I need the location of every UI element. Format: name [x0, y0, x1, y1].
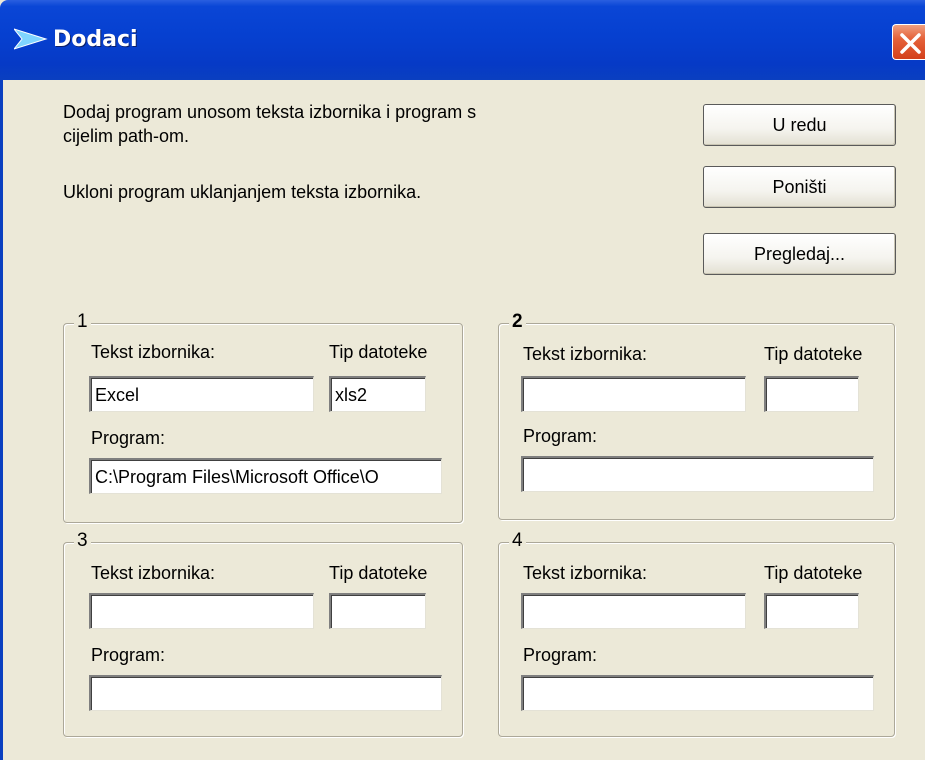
program-label: Program:	[91, 645, 166, 665]
program-field[interactable]	[89, 675, 442, 711]
file-type-label: Tip datoteke	[764, 563, 863, 583]
group-4-number: 4	[509, 530, 526, 552]
file-type-field[interactable]	[764, 376, 859, 412]
window-title: Dodaci	[53, 27, 138, 52]
file-type-field[interactable]	[764, 593, 859, 629]
info-text-3: Ukloni program uklanjanjem teksta izborn…	[63, 182, 422, 202]
group-3-number: 3	[74, 530, 91, 552]
close-button[interactable]	[892, 24, 925, 60]
program-label: Program:	[523, 426, 598, 446]
file-type-label: Tip datoteke	[329, 563, 428, 583]
program-field[interactable]	[521, 675, 874, 711]
title-bar: Dodaci	[0, 0, 925, 80]
file-type-label: Tip datoteke	[329, 342, 428, 362]
program-field[interactable]	[521, 456, 874, 492]
ok-button[interactable]: U redu	[703, 104, 896, 146]
info-text-1: Dodaj program unosom teksta izbornika i …	[63, 102, 477, 122]
menu-text-field[interactable]	[89, 593, 314, 629]
file-type-label: Tip datoteke	[764, 344, 863, 364]
group-3: 3 Tekst izbornika: Tip datoteke Program:	[63, 530, 463, 737]
group-1-number: 1	[74, 311, 91, 333]
group-1: 1 Tekst izbornika: Tip datoteke Excel xl…	[63, 311, 463, 523]
browse-button[interactable]: Pregledaj...	[703, 233, 896, 275]
menu-text-label: Tekst izbornika:	[91, 342, 216, 362]
program-field[interactable]: C:\Program Files\Microsoft Office\O	[89, 458, 442, 494]
group-2: 2 Tekst izbornika: Tip datoteke Program:	[498, 311, 895, 520]
program-label: Program:	[523, 645, 598, 665]
group-4: 4 Tekst izbornika: Tip datoteke Program:	[498, 530, 895, 737]
file-type-field[interactable]	[329, 593, 426, 629]
info-text-2: cijelim path-om.	[63, 126, 190, 146]
file-type-field[interactable]: xls2	[329, 376, 426, 412]
menu-text-field[interactable]	[521, 376, 746, 412]
program-label: Program:	[91, 428, 166, 448]
menu-text-field[interactable]: Excel	[89, 376, 314, 412]
menu-text-label: Tekst izbornika:	[523, 563, 648, 583]
menu-text-label: Tekst izbornika:	[523, 344, 648, 364]
cancel-button[interactable]: Poništi	[703, 166, 896, 208]
arrow-icon	[14, 28, 48, 50]
menu-text-field[interactable]	[521, 593, 746, 629]
close-icon	[900, 33, 921, 54]
menu-text-label: Tekst izbornika:	[91, 563, 216, 583]
dialog-body: Dodaj program unosom teksta izbornika i …	[0, 80, 925, 760]
group-2-number: 2	[509, 311, 526, 333]
